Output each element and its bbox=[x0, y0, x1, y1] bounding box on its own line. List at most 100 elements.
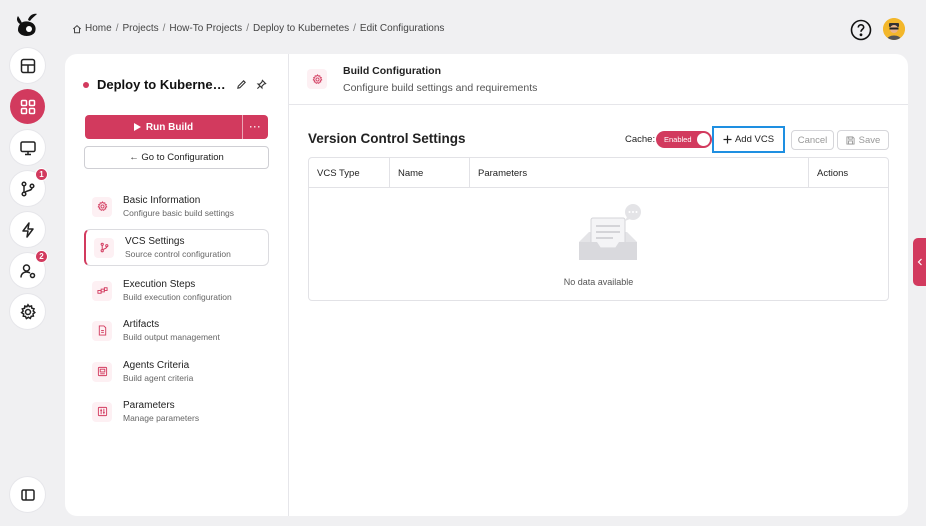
pencil-icon bbox=[236, 79, 246, 89]
empty-state-message: No data available bbox=[563, 277, 634, 287]
right-panel-toggle[interactable] bbox=[913, 238, 926, 286]
gear-icon bbox=[97, 201, 107, 212]
rail-users-button[interactable]: 2 bbox=[10, 250, 48, 288]
breadcrumb-current: Edit Configurations bbox=[359, 23, 445, 34]
breadcrumb-project[interactable]: Deploy to Kubernetes bbox=[253, 23, 349, 34]
nav-item-artifacts[interactable]: Artifacts Build output management bbox=[84, 312, 269, 349]
section-icon-wrapper bbox=[307, 69, 327, 89]
section-title: Build Configuration bbox=[343, 65, 441, 77]
user-avatar[interactable] bbox=[883, 18, 905, 40]
add-vcs-label: Add VCS bbox=[734, 134, 775, 145]
cache-toggle[interactable]: Enabled bbox=[656, 131, 712, 148]
rail-triggers-button[interactable] bbox=[10, 212, 45, 247]
play-icon bbox=[133, 123, 141, 131]
left-rail: 1 2 bbox=[0, 0, 56, 526]
breadcrumb-separator: / bbox=[115, 23, 119, 34]
nav-icon-wrapper bbox=[92, 320, 112, 341]
rail-monitor-button[interactable] bbox=[10, 130, 45, 165]
plus-icon bbox=[723, 135, 732, 144]
nav-icon-wrapper bbox=[92, 280, 112, 301]
rail-projects-button[interactable] bbox=[10, 89, 45, 124]
nav-item-vcs-settings[interactable]: VCS Settings Source control configuratio… bbox=[84, 229, 269, 266]
gear-icon bbox=[19, 302, 36, 320]
add-vcs-button[interactable]: Add VCS bbox=[712, 126, 785, 153]
nav-sublabel: Build output management bbox=[123, 332, 220, 342]
breadcrumb-separator: / bbox=[353, 23, 356, 34]
edit-project-button[interactable] bbox=[234, 77, 248, 91]
steps-icon bbox=[96, 287, 108, 294]
nav-item-basic-information[interactable]: Basic Information Configure basic build … bbox=[84, 188, 269, 225]
rail-settings-button[interactable] bbox=[10, 294, 45, 329]
nav-label: Agents Criteria bbox=[123, 360, 190, 371]
breadcrumb-separator: / bbox=[246, 23, 249, 34]
nav-icon-wrapper bbox=[92, 361, 112, 382]
nav-sublabel: Configure basic build settings bbox=[123, 208, 235, 218]
agent-icon bbox=[97, 366, 107, 377]
nav-item-agents-criteria[interactable]: Agents Criteria Build agent criteria bbox=[84, 353, 269, 390]
git-branch-icon bbox=[20, 180, 35, 197]
users-notification-badge: 2 bbox=[35, 250, 48, 263]
nav-sublabel: Build execution configuration bbox=[123, 292, 232, 302]
nav-icon-wrapper bbox=[92, 196, 112, 217]
main-card: Deploy to Kubernetes Run Build ··· ← Go … bbox=[65, 54, 908, 516]
help-icon[interactable] bbox=[850, 19, 872, 41]
cancel-button[interactable]: Cancel bbox=[791, 130, 834, 150]
rail-collapse-sidebar-button[interactable] bbox=[10, 477, 45, 512]
home-icon[interactable] bbox=[72, 24, 82, 34]
toggle-knob bbox=[697, 133, 710, 146]
gear-icon bbox=[312, 73, 322, 84]
config-sidebar: Deploy to Kubernetes Run Build ··· ← Go … bbox=[65, 54, 289, 516]
lightning-icon bbox=[21, 221, 34, 238]
apps-icon bbox=[20, 99, 35, 114]
pin-icon bbox=[256, 78, 267, 89]
app-logo-icon[interactable] bbox=[12, 10, 42, 40]
run-build-button[interactable]: Run Build bbox=[85, 115, 243, 139]
project-header: Deploy to Kubernetes bbox=[83, 77, 229, 92]
section-subtitle: Configure build settings and requirement… bbox=[343, 82, 538, 94]
breadcrumb-separator: / bbox=[162, 23, 166, 34]
column-header-actions: Actions bbox=[817, 167, 849, 179]
section-header: Build Configuration Configure build sett… bbox=[289, 54, 908, 105]
rail-dashboard-button[interactable] bbox=[10, 48, 45, 83]
nav-item-parameters[interactable]: Parameters Manage parameters bbox=[84, 393, 269, 430]
file-icon bbox=[98, 325, 106, 336]
sliders-icon bbox=[97, 406, 107, 417]
vcs-table: VCS Type Name Parameters Actions No data… bbox=[308, 157, 889, 301]
run-build-label: Run Build bbox=[145, 121, 194, 133]
nav-sublabel: Manage parameters bbox=[123, 413, 200, 423]
nav-label: Basic Information bbox=[123, 195, 201, 206]
save-label: Save bbox=[858, 134, 881, 146]
nav-label: VCS Settings bbox=[125, 236, 185, 247]
cache-label: Cache: bbox=[625, 134, 656, 145]
monitor-icon bbox=[19, 140, 36, 155]
nav-icon-wrapper bbox=[92, 401, 112, 422]
empty-inbox-icon bbox=[579, 204, 641, 260]
column-header-vcs-type[interactable]: VCS Type bbox=[309, 158, 390, 188]
breadcrumb-how-to-projects[interactable]: How-To Projects bbox=[169, 23, 242, 34]
nav-label: Artifacts bbox=[123, 319, 160, 330]
nav-item-execution-steps[interactable]: Execution Steps Build execution configur… bbox=[84, 272, 269, 309]
vcs-settings-title: Version Control Settings bbox=[308, 131, 466, 146]
nav-label: Parameters bbox=[123, 400, 175, 411]
user-settings-icon bbox=[19, 263, 35, 278]
branch-icon bbox=[100, 242, 108, 253]
breadcrumb-projects[interactable]: Projects bbox=[122, 23, 158, 34]
project-name: Deploy to Kubernetes bbox=[97, 77, 229, 92]
empty-state: No data available bbox=[309, 188, 888, 302]
chevron-left-icon bbox=[917, 258, 922, 266]
save-button[interactable]: Save bbox=[837, 130, 889, 150]
save-icon bbox=[846, 135, 855, 145]
cache-toggle-state: Enabled bbox=[664, 135, 692, 144]
status-dot bbox=[83, 81, 89, 88]
nav-label: Execution Steps bbox=[123, 279, 196, 290]
go-to-configuration-button[interactable]: ← Go to Configuration bbox=[84, 146, 269, 169]
avatar-image-icon bbox=[883, 18, 905, 40]
breadcrumb-home[interactable]: Home bbox=[85, 23, 112, 34]
column-header-parameters[interactable]: Parameters bbox=[470, 158, 809, 188]
column-header-name[interactable]: Name bbox=[390, 158, 470, 188]
rail-vcs-button[interactable]: 1 bbox=[10, 168, 48, 206]
pin-project-button[interactable] bbox=[254, 77, 268, 91]
nav-sublabel: Build agent criteria bbox=[123, 373, 194, 383]
table-header: VCS Type Name Parameters Actions bbox=[309, 158, 888, 188]
run-build-more-button[interactable]: ··· bbox=[243, 115, 268, 139]
